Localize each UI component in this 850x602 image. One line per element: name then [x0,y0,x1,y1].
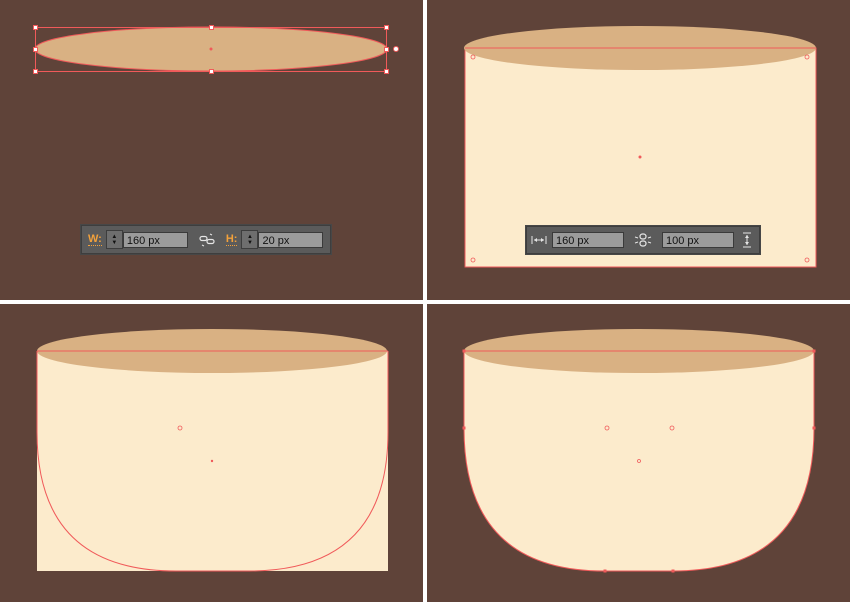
height-label: H: [225,232,238,246]
width-label: W: [88,232,102,246]
height-stepper[interactable]: ▲ ▼ [241,230,259,249]
width-input[interactable]: 160 px [552,232,624,248]
link-constraint-icon[interactable] [624,233,662,247]
bowl-body[interactable] [463,350,815,572]
canvas-round-preview [36,329,389,572]
step-panel-round-preview [0,304,423,602]
center-point [638,155,642,159]
size-toolbar: 160 px 100 px [525,225,761,255]
width-stepper[interactable]: ▲ ▼ [105,230,123,249]
transform-toolbar: W: ▲ ▼ 160 px H: ▲ ▼ 20 px [80,224,332,255]
height-input[interactable]: 20 px [258,231,324,248]
canvas-rectangle [464,26,817,268]
canvas-ellipse [33,25,399,74]
down-arrow-icon[interactable]: ▼ [111,240,117,246]
center-point [209,47,213,51]
link-constraint-icon[interactable] [188,233,226,247]
width-input[interactable]: 160 px [122,231,188,248]
horizontal-width-icon [526,235,552,245]
down-arrow-icon[interactable]: ▼ [247,240,253,246]
height-input[interactable]: 100 px [662,232,734,248]
rotate-handle[interactable] [393,46,399,52]
center-point [210,459,214,463]
step-panel-ellipse: W: ▲ ▼ 160 px H: ▲ ▼ 20 px [0,0,423,300]
step-panel-bowl [427,304,850,602]
vertical-height-icon [734,232,760,248]
step-panel-rectangle: 160 px 100 px [427,0,850,300]
canvas-bowl [462,329,816,573]
